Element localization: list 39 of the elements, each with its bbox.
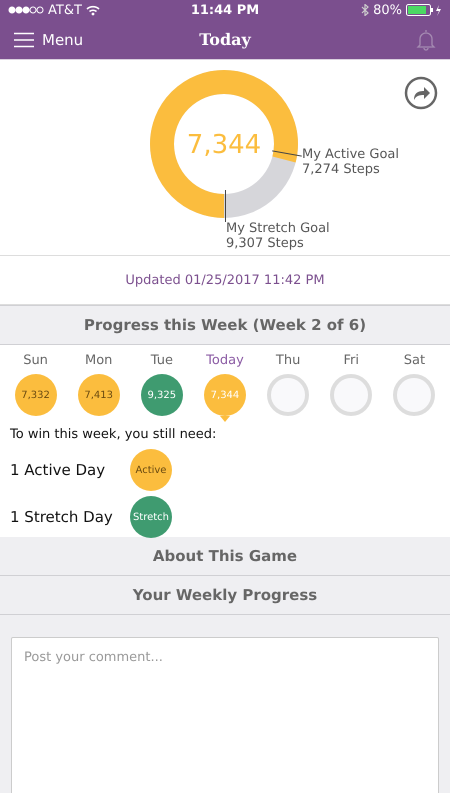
day-type-badge: Active: [130, 449, 172, 491]
menu-button[interactable]: Menu: [14, 30, 84, 48]
stretch-goal-label: My Stretch Goal: [226, 221, 330, 236]
day-step-badge: 7,332: [14, 374, 57, 416]
bluetooth-icon: [361, 4, 370, 16]
pointer-icon: [220, 416, 230, 422]
updated-time: Updated 01/25/2017 11:42 PM: [125, 272, 325, 288]
day-label: Tue: [150, 353, 173, 368]
requirement-label: 1 Stretch Day: [10, 508, 114, 526]
carrier-name: AT&T: [48, 2, 82, 18]
comment-field[interactable]: Post your comment...: [11, 637, 439, 793]
signal-icon: [8, 6, 44, 14]
day-label: Thu: [276, 353, 300, 368]
active-goal-label: My Active Goal: [302, 147, 399, 162]
share-icon[interactable]: [404, 76, 438, 110]
section-heading[interactable]: Your Weekly Progress: [0, 576, 450, 614]
requirement-label: 1 Active Day: [10, 461, 106, 479]
day-label: Mon: [84, 353, 112, 368]
leader-line: [225, 190, 226, 222]
day-step-badge: 7,344: [204, 374, 246, 416]
instruction-text: To win this week, you still need:: [10, 427, 218, 442]
battery-percent: 80%: [373, 2, 402, 18]
day-label: Today: [206, 353, 244, 368]
section-heading: Progress this Week (Week 2 of 6): [84, 316, 366, 334]
menu-icon: [14, 32, 34, 48]
day-label: Sat: [404, 353, 426, 368]
day-step-badge: 9,325: [140, 374, 183, 416]
section-heading[interactable]: About This Game: [0, 537, 450, 575]
clock-time: 11:44 PM: [190, 2, 260, 18]
active-goal-steps: 7,274 Steps: [302, 162, 399, 177]
wifi-icon: [86, 4, 100, 16]
stretch-goal-steps: 9,307 Steps: [226, 236, 330, 251]
battery-icon: [406, 4, 442, 16]
day-label: Fri: [344, 353, 360, 368]
step-count: 7,344: [186, 130, 262, 160]
day-type-badge: Stretch: [130, 496, 172, 538]
day-step-badge: 7,413: [78, 374, 120, 416]
day-label: Sun: [23, 353, 48, 368]
page-title: Today: [198, 30, 252, 49]
